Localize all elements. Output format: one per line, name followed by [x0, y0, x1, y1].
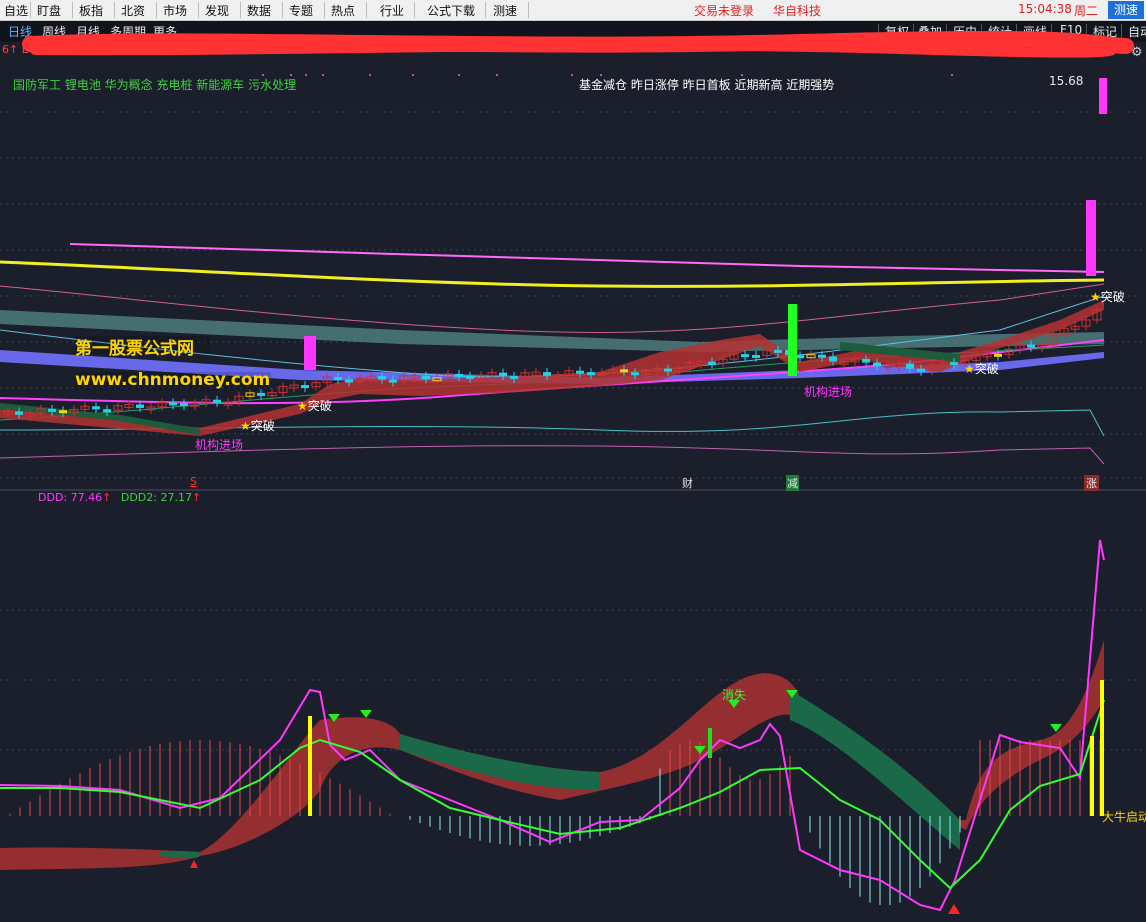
candle-body: [345, 379, 353, 383]
sub-indicator: [0, 539, 1105, 914]
candle-body: [378, 376, 386, 380]
vanish-label: 消失: [722, 688, 747, 702]
candle-body: [92, 406, 100, 410]
breakout-label: ★突破: [297, 399, 332, 413]
event-marker-reduce[interactable]: 减: [786, 475, 799, 491]
ddd-label: DDD:: [38, 491, 68, 504]
candle-body: [15, 411, 23, 415]
ddd2-value: 27.17: [160, 491, 192, 504]
candle-body: [620, 369, 628, 373]
candle-body: [1027, 344, 1035, 348]
candle-body: [334, 377, 342, 381]
breakout-label: ★突破: [240, 419, 275, 433]
event-marker-finance[interactable]: 财: [682, 475, 693, 491]
candle-body: [499, 372, 507, 376]
candle-body: [257, 392, 265, 396]
candle-body: [510, 375, 518, 379]
candle-body: [301, 385, 309, 389]
candle-body: [180, 403, 188, 407]
concept-tags: 国防军工 锂电池 华为概念 充电桩 新能源车 污水处理: [13, 78, 297, 92]
candle-body: [788, 304, 797, 376]
candle-body: [48, 408, 56, 412]
candle-body: [576, 370, 584, 374]
candle-body: [169, 402, 177, 406]
ddd2-label: DDD2:: [120, 491, 157, 504]
institution-entry-label: 机构进场: [804, 385, 853, 399]
candle-body: [829, 356, 837, 362]
candle-body: [1099, 78, 1107, 114]
candle-body: [862, 358, 870, 363]
ddd-value: 77.46: [70, 491, 103, 504]
breakout-label: ★突破: [964, 362, 999, 376]
watermark-title: 第一股票公式网: [75, 339, 194, 359]
candle-body: [664, 368, 672, 372]
candle-body: [950, 362, 958, 366]
candle-body: [994, 353, 1002, 357]
candle-body: [741, 354, 749, 358]
candle-body: [708, 361, 716, 365]
up-arrow-icon: ↑: [191, 491, 202, 504]
candle-body: [906, 363, 914, 369]
candle-body: [917, 368, 925, 372]
candle-body: [796, 355, 804, 359]
candle-body: [389, 379, 397, 383]
candle-body: [422, 375, 430, 380]
watermark-url: www.chnmoney.com: [75, 370, 271, 390]
candle-body: [136, 404, 144, 408]
last-price-label: 15.68: [1049, 74, 1084, 88]
chart-canvas: [0, 30, 1146, 914]
candle-body: [1086, 200, 1096, 276]
candle-body: [774, 349, 782, 353]
event-marker-s[interactable]: S: [190, 475, 197, 488]
candle-body: [103, 409, 111, 413]
candle-body: [543, 372, 551, 376]
candle-body: [59, 410, 67, 414]
bull-start-label: 大牛启动: [1102, 810, 1146, 824]
breakout-label: ★突破: [1090, 290, 1125, 304]
candle-body: [466, 375, 474, 379]
candle-body: [873, 362, 881, 367]
candle-body: [818, 354, 826, 358]
candle-body: [304, 336, 316, 370]
candle-body: [752, 354, 760, 358]
institution-entry-label: 机构进场: [195, 438, 244, 452]
candle-body: [455, 373, 463, 377]
redaction-scribble: [22, 30, 1134, 58]
status-tags: 基金减仓 昨日涨停 昨日首板 近期新高 近期强势: [579, 78, 835, 92]
indicator-legend: DDD: 77.46↑ DDD2: 27.17↑: [38, 491, 201, 504]
candle-body: [213, 399, 221, 403]
candle-body: [631, 372, 639, 376]
event-marker-limit-up[interactable]: 涨: [1084, 475, 1099, 491]
up-arrow-icon: ↑: [102, 491, 112, 504]
candle-body: [587, 372, 595, 376]
